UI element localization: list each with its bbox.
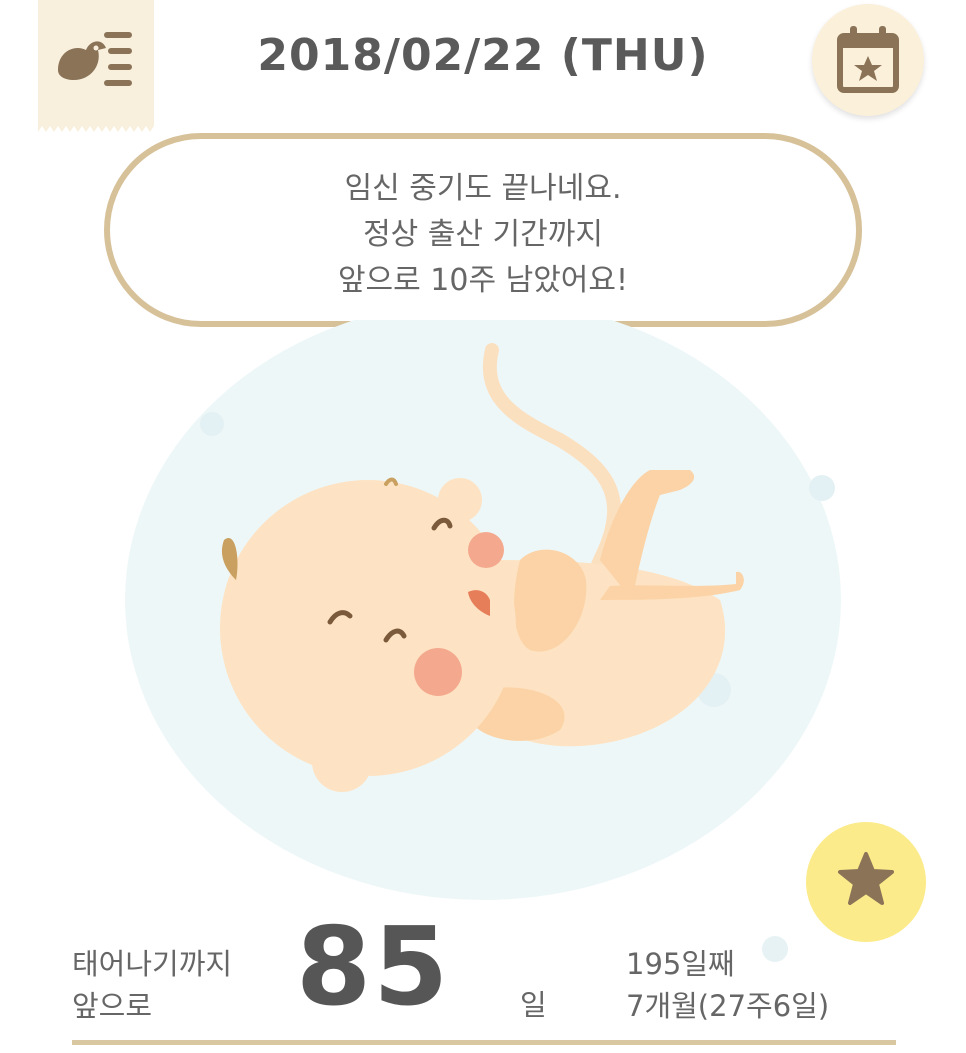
app-screen: 2018/02/22 (THU) 임신 중기도 끝나네요. 정상 출산 기간까지… xyxy=(0,0,966,1053)
speech-line-1: 임신 중기도 끝나네요. xyxy=(344,171,622,206)
star-icon xyxy=(838,852,894,905)
pregnancy-age: 7개월(27주6일) xyxy=(626,989,830,1023)
countdown-label-line-2: 앞으로 xyxy=(72,989,153,1023)
day-count: 195일째 xyxy=(626,947,735,981)
calendar-button[interactable] xyxy=(812,4,924,116)
countdown-label-line-1: 태어나기까지 xyxy=(72,947,233,981)
speech-text: 임신 중기도 끝나네요. 정상 출산 기간까지 앞으로 10주 남았어요! xyxy=(104,166,862,304)
tag-edge xyxy=(38,124,154,132)
divider xyxy=(72,1040,896,1045)
calendar-star-icon xyxy=(837,26,899,93)
days-unit: 일 xyxy=(520,988,547,1022)
speech-line-2: 정상 출산 기간까지 xyxy=(363,217,603,252)
countdown-label: 태어나기까지 앞으로 xyxy=(72,943,232,1027)
favorite-button[interactable] xyxy=(806,822,926,942)
speech-line-3: 앞으로 10주 남았어요! xyxy=(337,263,629,298)
days-left-number: 85 xyxy=(296,905,451,1030)
pregnancy-progress: 195일째 7개월(27주6일) xyxy=(626,943,829,1027)
fetus-illustration xyxy=(125,320,841,900)
